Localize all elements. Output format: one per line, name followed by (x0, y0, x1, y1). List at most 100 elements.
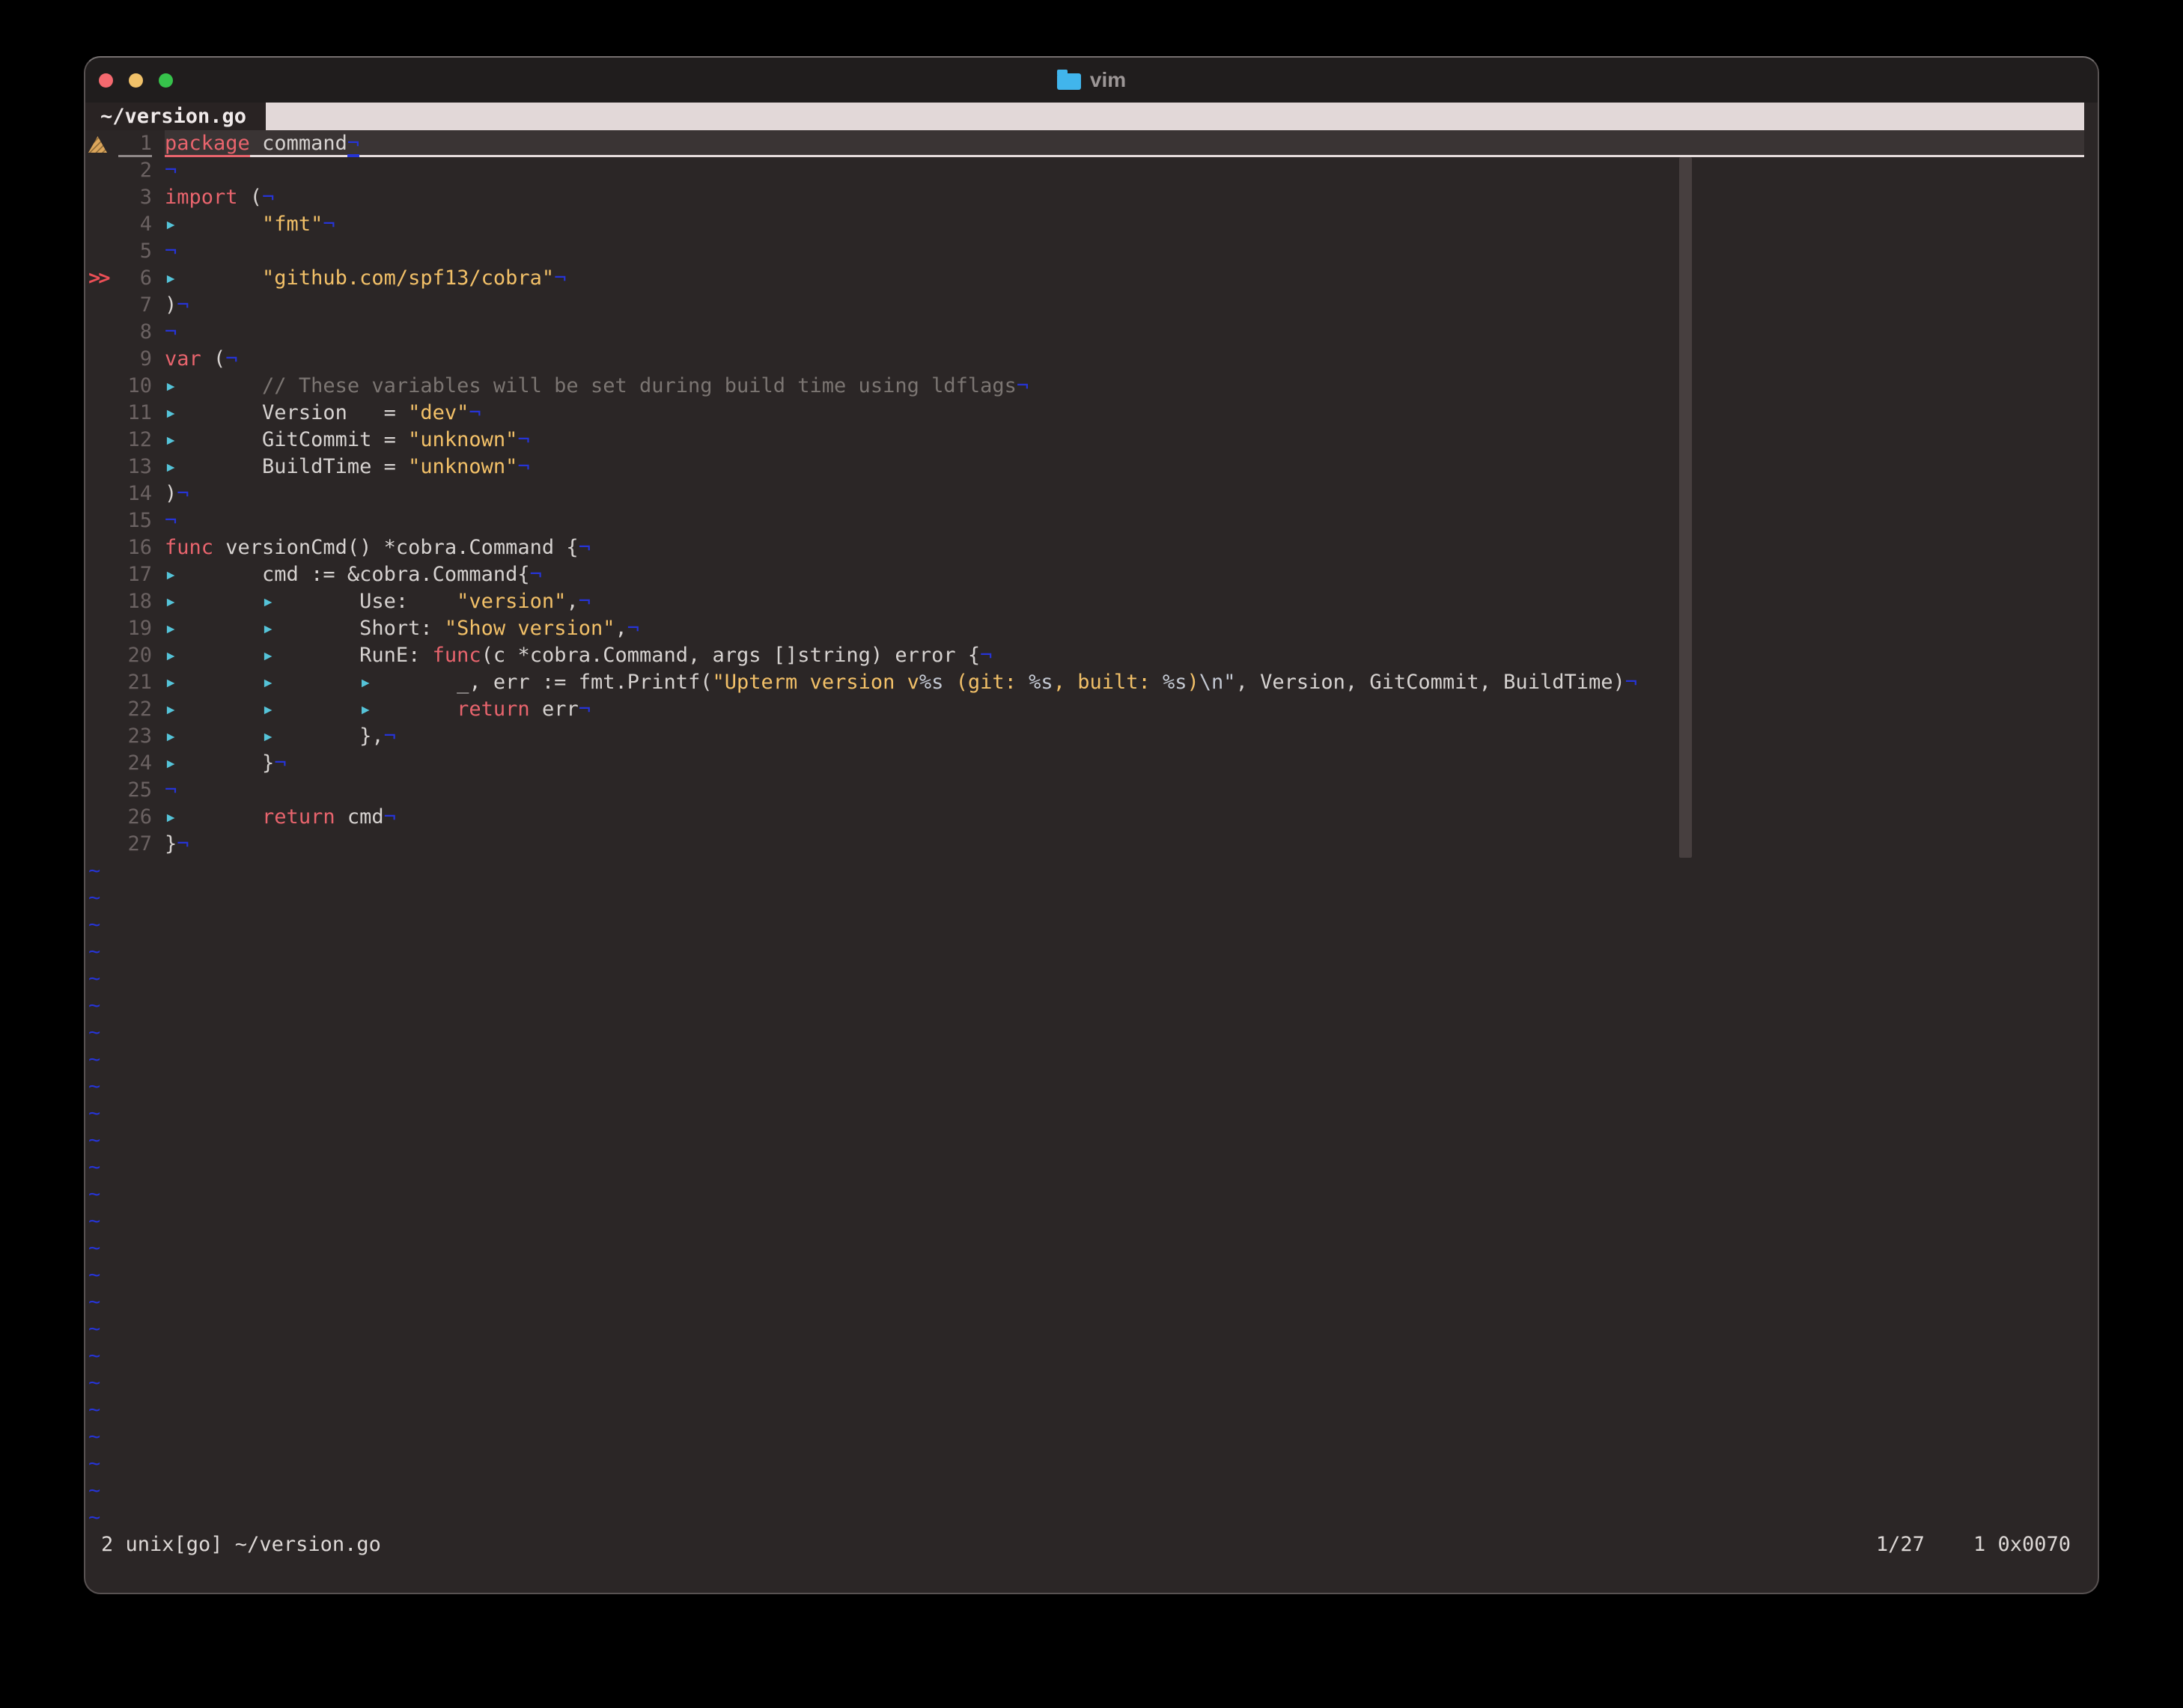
line-number: 18 (118, 588, 152, 615)
code-line[interactable]: 15¬ (85, 507, 2084, 534)
line-content: ¬ (165, 157, 2084, 184)
code-line[interactable]: 11▸ Version = "dev"¬ (85, 400, 2084, 427)
code-line[interactable]: 26▸ return cmd¬ (85, 804, 2084, 831)
code-line[interactable]: 17 ▸ cmd := &cobra.Command{¬ (85, 561, 2084, 588)
titlebar[interactable]: vim (85, 58, 2098, 103)
statusline-file-info: 2 unix[go] ~/version.go (101, 1531, 381, 1558)
statusline-position-info: 1/27 1 0x0070 (1876, 1531, 2071, 1558)
tilde-line: ~ (85, 1181, 2084, 1208)
sign-column (85, 588, 118, 615)
code-line[interactable]: 21▸ ▸ ▸ _, err := fmt.Printf("Upterm ver… (85, 669, 2084, 696)
code-line[interactable]: 7)¬ (85, 292, 2084, 319)
sign-column (85, 211, 118, 238)
line-content: package command¬ (165, 130, 2084, 157)
tilde-line: ~ (85, 912, 2084, 939)
line-number: 17 (118, 561, 152, 588)
line-content: )¬ (165, 481, 2084, 507)
code-area[interactable]: 1package command¬2¬3import (¬4▸ "fmt"¬5¬… (85, 130, 2098, 1531)
sign-column (85, 184, 118, 211)
code-line[interactable]: 4▸ "fmt"¬ (85, 211, 2084, 238)
tilde-line: ~ (85, 1370, 2084, 1397)
line-content: ▸ cmd := &cobra.Command{¬ (165, 561, 2084, 588)
warning-sign-icon (88, 136, 107, 153)
line-number: 9 (118, 346, 152, 373)
line-number: 8 (118, 319, 152, 346)
line-content: import (¬ (165, 184, 2084, 211)
sign-column (85, 804, 118, 831)
line-number: 2 (118, 157, 152, 184)
sign-column (85, 319, 118, 346)
line-content: ▸ ▸ },¬ (165, 723, 2084, 750)
sign-column (85, 507, 118, 534)
code-line[interactable]: 10▸ // These variables will be set durin… (85, 373, 2084, 400)
code-line[interactable]: 8¬ (85, 319, 2084, 346)
tilde-line: ~ (85, 1046, 2084, 1073)
code-line[interactable]: 25¬ (85, 777, 2084, 804)
code-line[interactable]: 1package command¬ (85, 130, 2084, 157)
sign-column (85, 723, 118, 750)
line-number: 20 (118, 642, 152, 669)
code-line[interactable]: 16func versionCmd() *cobra.Command {¬ (85, 534, 2084, 561)
folder-icon (1057, 73, 1081, 90)
code-line[interactable]: 9 var (¬ (85, 346, 2084, 373)
line-content: ▸ ▸ ▸ return err¬ (165, 696, 2084, 723)
line-content: ▸ ▸ Short: "Show version",¬ (165, 615, 2084, 642)
tilde-line: ~ (85, 1208, 2084, 1235)
code-line[interactable]: 22▸ ▸ ▸ return err¬ (85, 696, 2084, 723)
code-line[interactable]: 3 import (¬ (85, 184, 2084, 211)
line-number: 3 (118, 184, 152, 211)
sign-column (85, 696, 118, 723)
code-line[interactable]: 2¬ (85, 157, 2084, 184)
line-number: 27 (118, 831, 152, 858)
line-content: }¬ (165, 831, 2084, 858)
line-content: ▸ GitCommit = "unknown"¬ (165, 427, 2084, 454)
line-content: ▸ ▸ Use: "version",¬ (165, 588, 2084, 615)
tilde-line: ~ (85, 939, 2084, 966)
line-content: func versionCmd() *cobra.Command {¬ (165, 534, 2084, 561)
code-line[interactable]: 14 )¬ (85, 481, 2084, 507)
code-line[interactable]: 13▸ BuildTime = "unknown"¬ (85, 454, 2084, 481)
sign-column (85, 130, 118, 157)
line-content: ▸ }¬ (165, 750, 2084, 777)
line-content: var (¬ (165, 346, 2084, 373)
code-line[interactable]: >>6▸ "github.com/spf13/cobra"¬ (85, 265, 2084, 292)
tab-version-go[interactable]: ~/version.go (85, 103, 266, 130)
line-content: ¬ (165, 319, 2084, 346)
code-line[interactable]: 18 ▸ ▸ Use: "version",¬ (85, 588, 2084, 615)
line-content: ¬ (165, 238, 2084, 265)
line-number: 24 (118, 750, 152, 777)
terminal-window: vim ~/version.go 1package command¬2¬3imp… (84, 56, 2099, 1594)
sign-column (85, 373, 118, 400)
sign-column (85, 481, 118, 507)
code-line[interactable]: 24 ▸ }¬ (85, 750, 2084, 777)
close-button[interactable] (99, 73, 113, 88)
tilde-line: ~ (85, 1343, 2084, 1370)
sign-column (85, 615, 118, 642)
tilde-line: ~ (85, 1504, 2084, 1531)
code-line[interactable]: 23 ▸ ▸ },¬ (85, 723, 2084, 750)
line-number: 26 (118, 804, 152, 831)
code-line[interactable]: 12▸ GitCommit = "unknown"¬ (85, 427, 2084, 454)
tilde-line: ~ (85, 1154, 2084, 1181)
line-number: 4 (118, 211, 152, 238)
line-content: ¬ (165, 777, 2084, 804)
zoom-button[interactable] (159, 73, 173, 88)
sign-column (85, 831, 118, 858)
color-column (1679, 157, 1692, 858)
line-content: ▸ ▸ RunE: func(c *cobra.Command, args []… (165, 642, 2084, 669)
tilde-line: ~ (85, 1424, 2084, 1451)
line-number: 19 (118, 615, 152, 642)
traffic-lights (85, 73, 173, 88)
sign-column (85, 750, 118, 777)
tilde-line: ~ (85, 1316, 2084, 1343)
code-line[interactable]: 5¬ (85, 238, 2084, 265)
code-line[interactable]: 19 ▸ ▸ Short: "Show version",¬ (85, 615, 2084, 642)
code-line[interactable]: 27 }¬ (85, 831, 2084, 858)
code-line[interactable]: 20 ▸ ▸ RunE: func(c *cobra.Command, args … (85, 642, 2084, 669)
sign-column (85, 642, 118, 669)
line-number: 14 (118, 481, 152, 507)
tilde-line: ~ (85, 1397, 2084, 1424)
minimize-button[interactable] (129, 73, 143, 88)
line-number: 23 (118, 723, 152, 750)
line-content: ▸ "github.com/spf13/cobra"¬ (165, 265, 2084, 292)
